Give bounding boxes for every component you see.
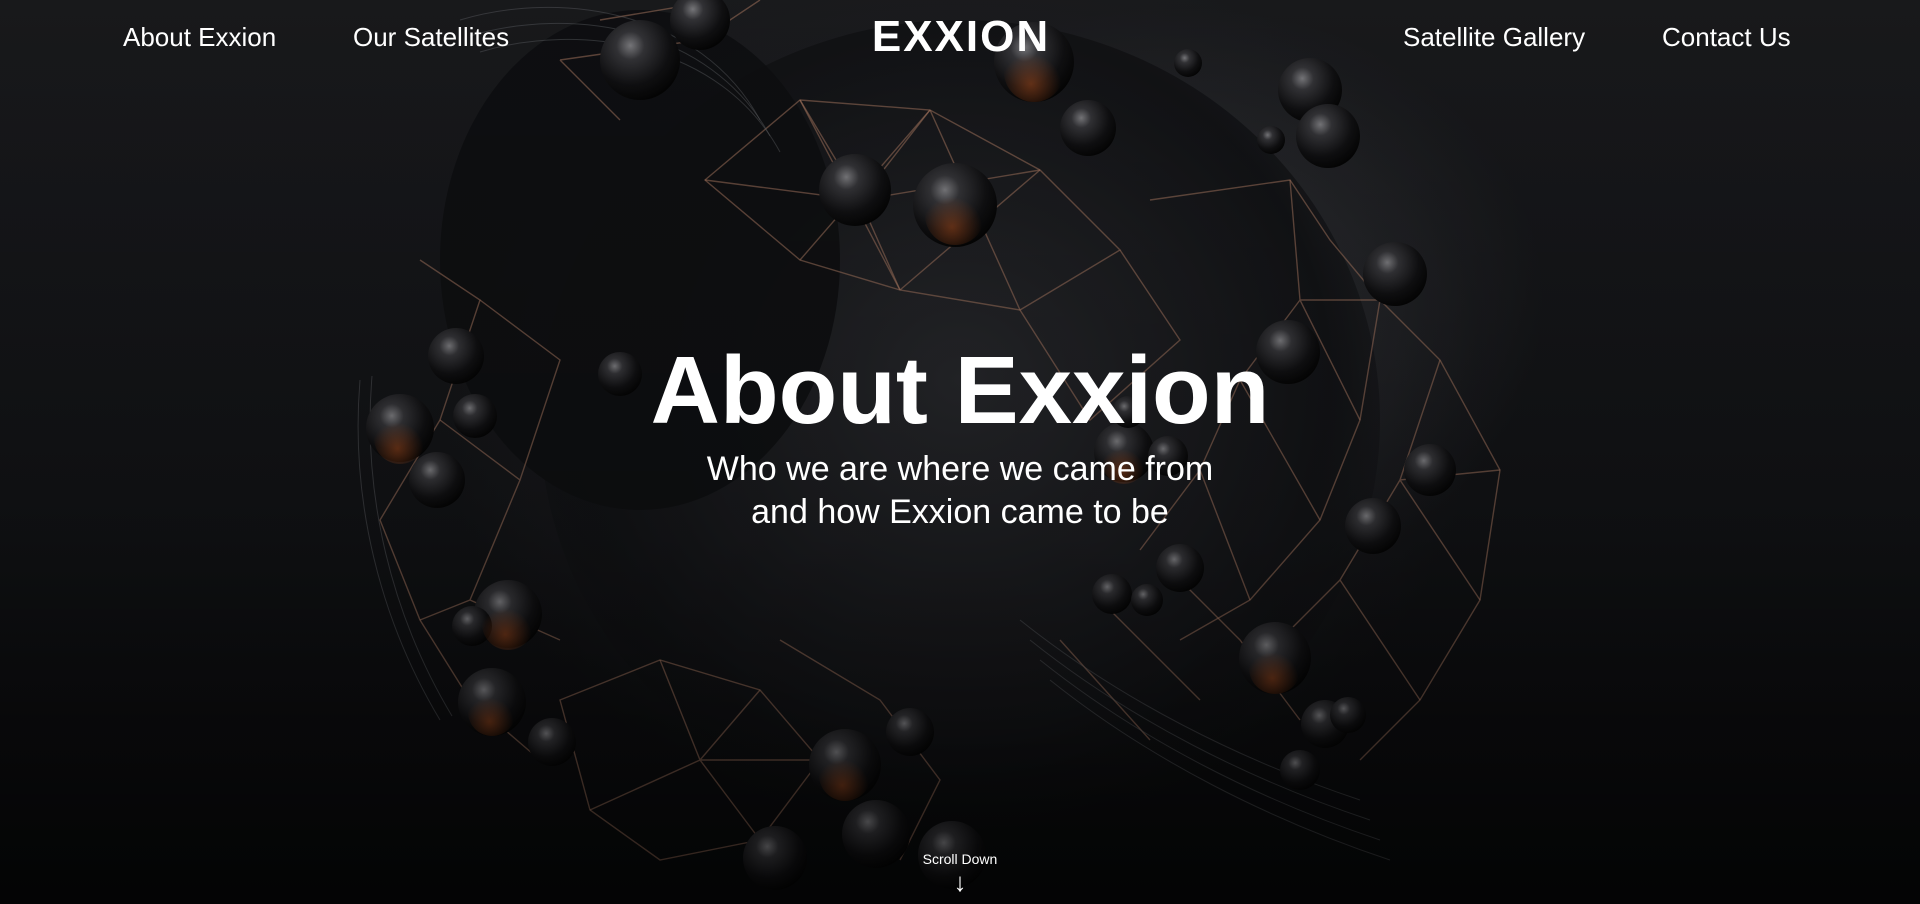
nav-link-about-exxion[interactable]: About Exxion: [123, 22, 276, 53]
scroll-down-label: Scroll Down: [922, 851, 998, 867]
nav-link-our-satellites[interactable]: Our Satellites: [353, 22, 509, 53]
top-navigation: About Exxion Our Satellites EXXION Satel…: [0, 0, 1920, 80]
arrow-down-icon: ↓: [953, 867, 967, 897]
hero-subtitle-line-1: Who we are where we came from: [706, 450, 1214, 488]
hero-section: About Exxion Our Satellites EXXION Satel…: [0, 0, 1920, 904]
exxion-logo[interactable]: EXXION: [870, 12, 1052, 62]
hero-subtitle: Who we are where we came from and how Ex…: [0, 448, 1920, 534]
hero-subtitle-line-2: and how Exxion came to be: [751, 493, 1169, 531]
nav-link-satellite-gallery[interactable]: Satellite Gallery: [1403, 22, 1585, 53]
scroll-down-button[interactable]: Scroll Down ↓: [0, 851, 1920, 895]
hero-title: About Exxion: [650, 337, 1270, 444]
nav-link-contact-us[interactable]: Contact Us: [1662, 22, 1791, 53]
